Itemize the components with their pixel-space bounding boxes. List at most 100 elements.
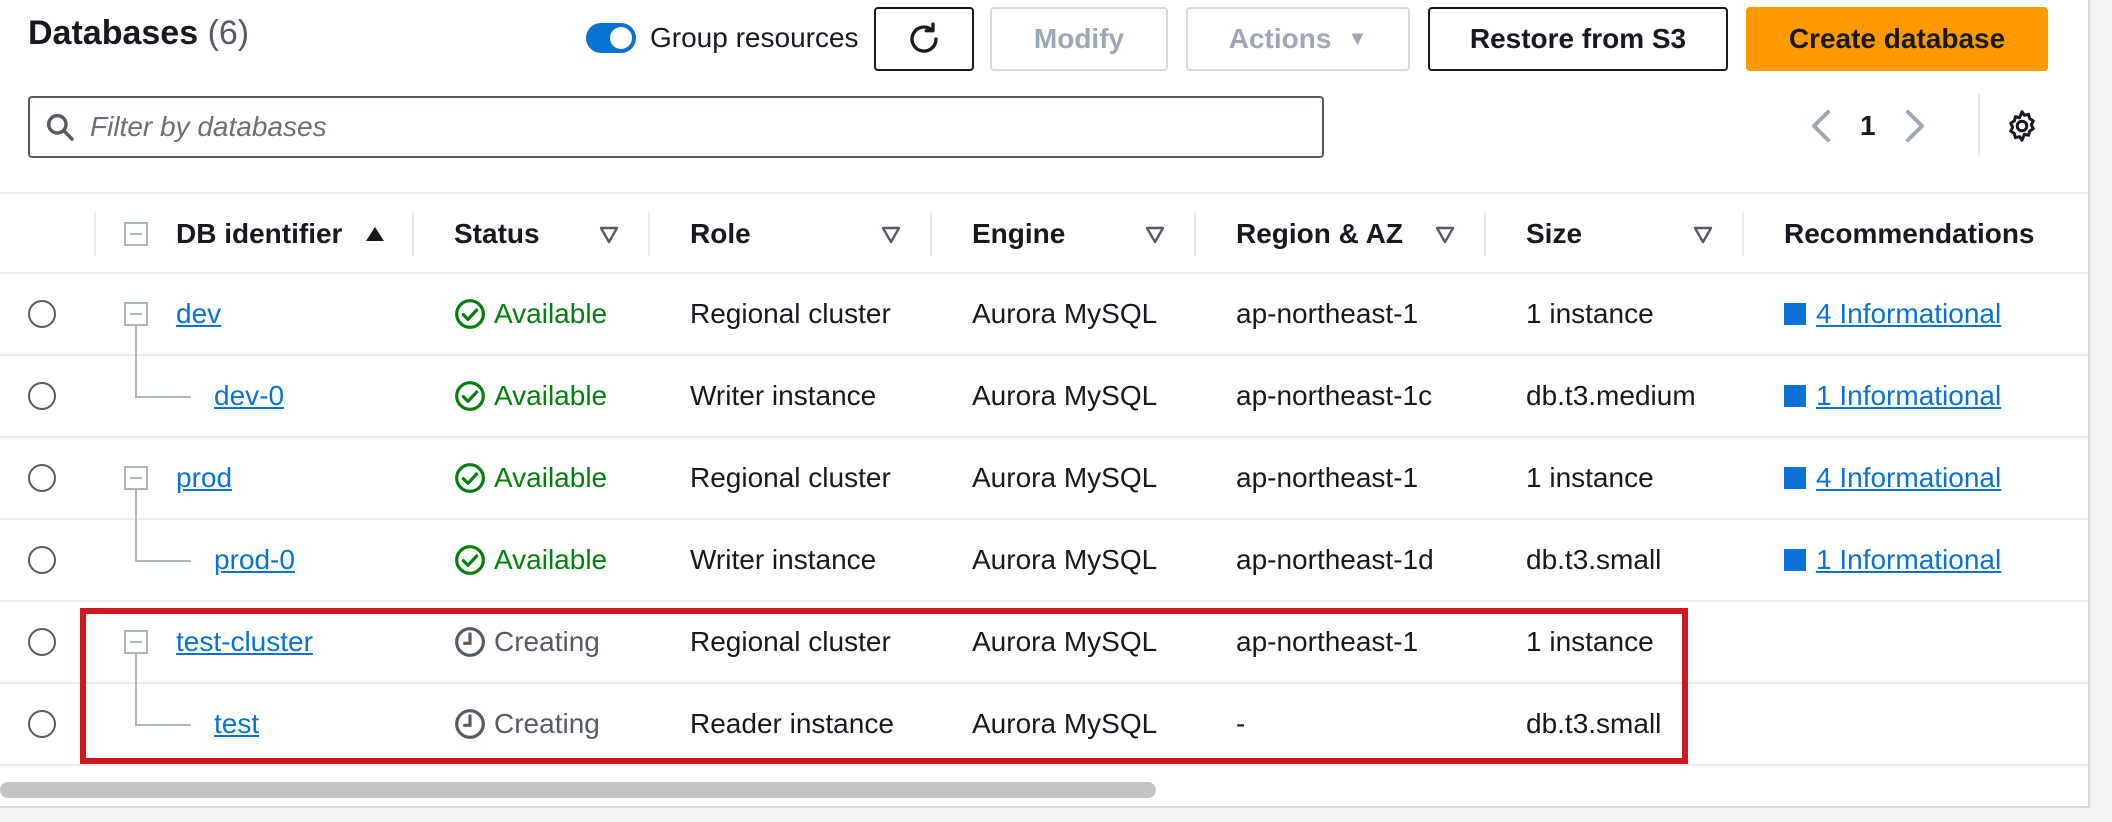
- row-select-radio[interactable]: [28, 300, 56, 328]
- status-text: Creating: [494, 626, 600, 657]
- filter-search-box[interactable]: [28, 96, 1324, 158]
- create-database-button[interactable]: Create database: [1746, 7, 2048, 71]
- size-cell: db.t3.small: [1526, 544, 1662, 575]
- clock-icon: [455, 627, 485, 657]
- column-divider: [1484, 212, 1486, 256]
- actions-button[interactable]: Actions ▼: [1186, 7, 1410, 71]
- region-cell: ap-northeast-1d: [1236, 544, 1434, 575]
- row-select-radio[interactable]: [28, 464, 56, 492]
- status-text: Available: [494, 380, 608, 411]
- info-square-icon: [1784, 303, 1806, 325]
- toggle-knob: [610, 27, 632, 49]
- row-select-radio[interactable]: [28, 546, 56, 574]
- column-label: Status: [454, 218, 540, 249]
- recommendation-cell: 4 Informational: [1784, 438, 2001, 518]
- search-icon: [46, 113, 74, 141]
- sort-caret-icon[interactable]: [1434, 224, 1456, 246]
- table-row[interactable]: prod-0 Available Writer instance Aurora …: [0, 488, 2088, 602]
- sort-caret-icon[interactable]: [880, 224, 902, 246]
- status-cell: Available: [454, 356, 607, 436]
- clock-icon: [455, 709, 485, 739]
- sort-caret-icon[interactable]: [1144, 224, 1166, 246]
- column-divider: [1194, 212, 1196, 256]
- info-square-icon: [1784, 385, 1806, 407]
- table-row[interactable]: prod Available Regional cluster Aurora M…: [0, 438, 2088, 520]
- db-identifier-link[interactable]: prod-0: [214, 544, 295, 576]
- db-identifier-link[interactable]: test-cluster: [176, 626, 313, 658]
- column-region-az[interactable]: Region & AZ: [1236, 194, 1403, 274]
- region-cell: -: [1236, 708, 1246, 739]
- table-row[interactable]: test-cluster Creating Regional cluster A…: [0, 602, 2088, 684]
- collapse-icon[interactable]: [124, 630, 148, 654]
- column-db-identifier[interactable]: DB identifier: [176, 194, 386, 274]
- info-square-icon: [1784, 549, 1806, 571]
- tree-line: [135, 396, 191, 398]
- actions-label: Actions: [1228, 23, 1332, 54]
- row-select-radio[interactable]: [28, 710, 56, 738]
- role-cell: Reader instance: [690, 708, 894, 739]
- status-text: Available: [494, 298, 608, 329]
- check-circle-icon: [455, 545, 485, 575]
- modify-label: Modify: [1033, 23, 1125, 54]
- collapse-icon[interactable]: [124, 302, 148, 326]
- group-resources-toggle-wrap[interactable]: Group resources: [586, 22, 859, 54]
- sort-caret-icon[interactable]: [598, 224, 620, 246]
- recommendation-link[interactable]: 1 Informational: [1816, 544, 2001, 576]
- recommendation-link[interactable]: 4 Informational: [1816, 298, 2001, 330]
- chevron-left-icon[interactable]: [1808, 108, 1836, 144]
- table-row[interactable]: test Creating Reader instance Aurora MyS…: [0, 652, 2088, 766]
- column-label: Recommendations: [1784, 218, 2035, 249]
- sort-caret-icon[interactable]: [1692, 224, 1714, 246]
- pagination: 1: [1808, 104, 1928, 148]
- tree-line: [135, 724, 191, 726]
- check-circle-icon: [455, 463, 485, 493]
- gear-icon[interactable]: [2004, 108, 2040, 144]
- refresh-button[interactable]: [874, 7, 974, 71]
- chevron-right-icon[interactable]: [1900, 108, 1928, 144]
- restore-from-s3-button[interactable]: Restore from S3: [1428, 7, 1728, 71]
- database-count: (6): [207, 14, 250, 52]
- db-identifier-link[interactable]: test: [214, 708, 259, 740]
- table-row[interactable]: dev Available Regional cluster Aurora My…: [0, 274, 2088, 356]
- column-size[interactable]: Size: [1526, 194, 1582, 274]
- recommendation-cell: 4 Informational: [1784, 274, 2001, 354]
- status-cell: Creating: [454, 684, 600, 764]
- group-resources-toggle[interactable]: [586, 23, 636, 53]
- size-cell: 1 instance: [1526, 298, 1654, 329]
- db-identifier-link[interactable]: dev-0: [214, 380, 284, 412]
- column-label: Engine: [972, 218, 1066, 249]
- table-header: DB identifier Status Role Engine Region …: [0, 192, 2088, 274]
- restore-label: Restore from S3: [1469, 23, 1687, 54]
- status-cell: Available: [454, 274, 607, 354]
- column-engine[interactable]: Engine: [972, 194, 1065, 274]
- current-page[interactable]: 1: [1860, 110, 1876, 142]
- column-recommendations[interactable]: Recommendations: [1784, 194, 2035, 274]
- size-cell: db.t3.small: [1526, 708, 1662, 739]
- create-label: Create database: [1788, 23, 2006, 54]
- recommendation-link[interactable]: 4 Informational: [1816, 462, 2001, 494]
- row-select-radio[interactable]: [28, 628, 56, 656]
- tree-line: [135, 652, 137, 724]
- recommendation-cell: 1 Informational: [1784, 356, 2001, 436]
- sort-ascending-icon: [366, 227, 385, 241]
- modify-button[interactable]: Modify: [990, 7, 1168, 71]
- column-divider: [94, 212, 96, 256]
- column-status[interactable]: Status: [454, 194, 540, 274]
- role-cell: Writer instance: [690, 380, 877, 411]
- collapse-icon[interactable]: [124, 466, 148, 490]
- row-select-radio[interactable]: [28, 382, 56, 410]
- filter-input[interactable]: [88, 110, 1292, 144]
- db-identifier-link[interactable]: dev: [176, 298, 221, 330]
- engine-cell: Aurora MySQL: [972, 626, 1158, 657]
- db-identifier-link[interactable]: prod: [176, 462, 232, 494]
- column-divider: [1742, 212, 1744, 256]
- horizontal-scrollbar-thumb[interactable]: [0, 782, 1156, 798]
- table-row[interactable]: dev-0 Available Writer instance Aurora M…: [0, 324, 2088, 438]
- tree-line: [135, 560, 191, 562]
- region-cell: ap-northeast-1: [1236, 462, 1419, 493]
- role-cell: Regional cluster: [690, 298, 891, 329]
- collapse-all-icon[interactable]: [124, 222, 148, 246]
- recommendation-link[interactable]: 1 Informational: [1816, 380, 2001, 412]
- column-role[interactable]: Role: [690, 194, 751, 274]
- status-text: Available: [494, 462, 608, 493]
